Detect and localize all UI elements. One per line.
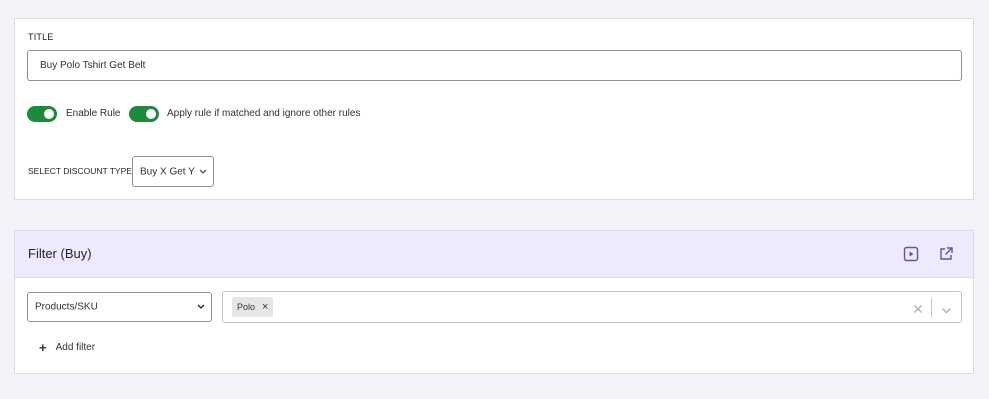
clear-icon[interactable] bbox=[913, 301, 923, 319]
enable-rule-label: Enable Rule bbox=[66, 108, 121, 119]
title-label: TITLE bbox=[28, 32, 54, 42]
rule-general-card: TITLE Enable Rule Apply rule if matched … bbox=[14, 18, 974, 200]
chevron-down-icon bbox=[197, 302, 205, 313]
toggle-knob bbox=[146, 109, 156, 119]
enable-rule-toggle[interactable] bbox=[27, 106, 57, 122]
add-filter-button[interactable]: + Add filter bbox=[39, 340, 95, 355]
product-multi-select[interactable]: Polo × bbox=[222, 291, 962, 323]
discount-type-label: SELECT DISCOUNT TYPE: bbox=[28, 166, 135, 176]
select-divider bbox=[931, 298, 932, 317]
chevron-down-icon bbox=[199, 166, 207, 177]
plus-icon: + bbox=[39, 340, 47, 355]
toggle-knob bbox=[44, 109, 54, 119]
filter-header: Filter (Buy) bbox=[15, 231, 973, 278]
play-icon[interactable] bbox=[902, 245, 920, 263]
apply-rule-label: Apply rule if matched and ignore other r… bbox=[167, 108, 361, 119]
apply-rule-toggle[interactable] bbox=[129, 106, 159, 122]
filter-type-select[interactable]: Products/SKU bbox=[27, 292, 212, 322]
tag-label: Polo bbox=[237, 302, 256, 312]
title-input[interactable] bbox=[27, 50, 962, 81]
discount-type-value: Buy X Get Y bbox=[140, 166, 195, 177]
add-filter-label: Add filter bbox=[55, 342, 96, 353]
filter-buy-card: Filter (Buy) Products/SKU Polo × + Add f… bbox=[14, 230, 974, 374]
filter-type-value: Products/SKU bbox=[35, 301, 98, 313]
chevron-down-icon[interactable] bbox=[941, 302, 952, 320]
discount-type-select[interactable]: Buy X Get Y bbox=[132, 156, 214, 187]
external-link-icon[interactable] bbox=[937, 245, 955, 263]
remove-tag-icon[interactable]: × bbox=[259, 301, 273, 313]
selected-tag: Polo × bbox=[232, 297, 274, 317]
filter-title: Filter (Buy) bbox=[28, 246, 92, 261]
